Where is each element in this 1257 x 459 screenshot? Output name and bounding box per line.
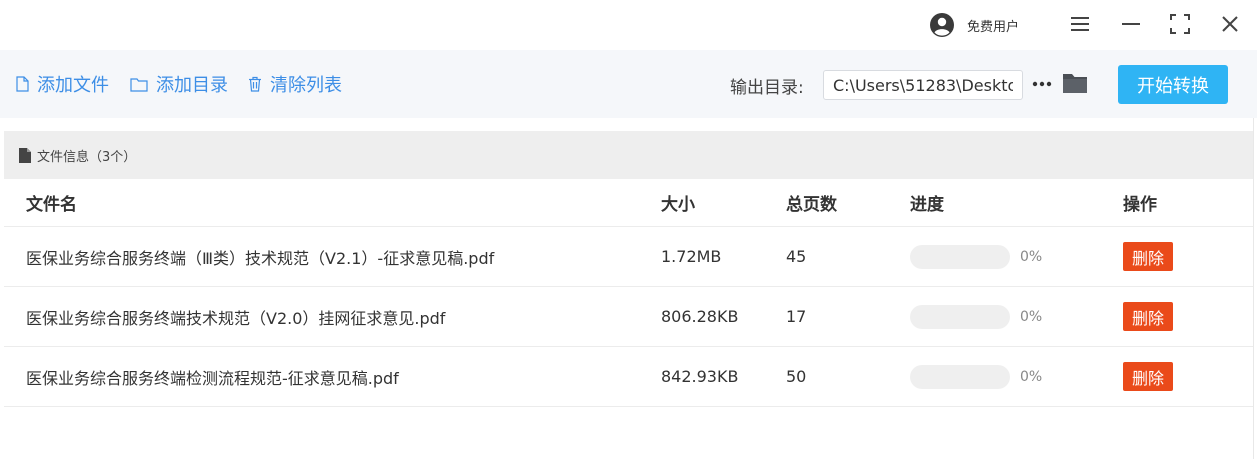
file-table: 文件名 大小 总页数 进度 操作 医保业务综合服务终端（Ⅲ类）技术规范（V2.1… — [4, 179, 1253, 407]
file-name: 医保业务综合服务终端技术规范（V2.0）挂网征求意见.pdf — [26, 308, 446, 328]
table-row[interactable]: 医保业务综合服务终端（Ⅲ类）技术规范（V2.1）-征求意见稿.pdf 1.72M… — [4, 227, 1253, 287]
maximize-icon — [1170, 14, 1190, 34]
action-cell: 删除 — [1123, 227, 1174, 286]
add-file-button[interactable]: 添加文件 — [16, 72, 109, 96]
output-dir-input[interactable] — [823, 70, 1023, 100]
add-file-label: 添加文件 — [37, 75, 109, 96]
file-pages: 45 — [786, 247, 807, 266]
progress-bar — [910, 304, 1010, 329]
minimize-icon — [1122, 23, 1140, 25]
add-folder-label: 添加目录 — [156, 75, 228, 96]
folder-outline-icon — [130, 77, 148, 92]
add-folder-button[interactable]: 添加目录 — [130, 72, 228, 96]
file-icon — [16, 76, 29, 92]
progress-bar — [910, 364, 1010, 389]
maximize-button[interactable] — [1169, 13, 1191, 35]
file-pages: 50 — [786, 367, 807, 386]
progress-text: 0% — [1020, 368, 1043, 385]
document-icon — [19, 147, 31, 163]
file-name: 医保业务综合服务终端检测流程规范-征求意见稿.pdf — [26, 368, 399, 388]
header-size: 大小 — [661, 195, 695, 215]
header-pages: 总页数 — [786, 195, 837, 215]
table-header-row: 文件名 大小 总页数 进度 操作 — [4, 179, 1253, 227]
open-folder-icon[interactable] — [1061, 69, 1089, 97]
close-button[interactable] — [1219, 13, 1241, 35]
progress-text: 0% — [1020, 248, 1043, 265]
clear-list-label: 清除列表 — [270, 75, 342, 96]
header-progress: 进度 — [910, 195, 944, 215]
browse-more-button[interactable] — [1030, 72, 1054, 96]
right-border — [1253, 118, 1254, 459]
file-size: 1.72MB — [661, 247, 722, 266]
title-bar: 免费用户 — [0, 0, 1257, 50]
start-convert-button[interactable]: 开始转换 — [1118, 65, 1228, 104]
toolbar: 添加文件 添加目录 清除列表 输出目录: 开始转换 — [0, 50, 1257, 118]
more-dots-icon — [1032, 81, 1052, 87]
progress-cell: 0% — [910, 287, 1042, 346]
delete-button[interactable]: 删除 — [1123, 242, 1174, 271]
file-info-title: 文件信息（3个） — [37, 149, 137, 165]
file-name: 医保业务综合服务终端（Ⅲ类）技术规范（V2.1）-征求意见稿.pdf — [26, 248, 495, 268]
action-cell: 删除 — [1123, 347, 1174, 406]
progress-cell: 0% — [910, 347, 1042, 406]
delete-button[interactable]: 删除 — [1123, 302, 1174, 331]
user-name: 免费用户 — [967, 19, 1020, 35]
header-name: 文件名 — [26, 195, 77, 215]
delete-button[interactable]: 删除 — [1123, 362, 1174, 391]
minimize-button[interactable] — [1120, 13, 1142, 35]
output-dir-label: 输出目录: — [730, 78, 804, 98]
table-row[interactable]: 医保业务综合服务终端技术规范（V2.0）挂网征求意见.pdf 806.28KB … — [4, 287, 1253, 347]
progress-bar — [910, 244, 1010, 269]
table-row[interactable]: 医保业务综合服务终端检测流程规范-征求意见稿.pdf 842.93KB 50 0… — [4, 347, 1253, 407]
progress-text: 0% — [1020, 308, 1043, 325]
file-pages: 17 — [786, 307, 807, 326]
header-action: 操作 — [1123, 195, 1157, 215]
user-account[interactable]: 免费用户 — [929, 12, 1019, 38]
close-icon — [1222, 16, 1238, 32]
action-cell: 删除 — [1123, 287, 1174, 346]
user-avatar-icon — [930, 13, 954, 37]
menu-button[interactable] — [1069, 13, 1091, 35]
trash-icon — [249, 76, 261, 92]
progress-cell: 0% — [910, 227, 1042, 286]
file-info-header: 文件信息（3个） — [4, 131, 1253, 179]
file-size: 806.28KB — [661, 307, 739, 326]
file-size: 842.93KB — [661, 367, 739, 386]
menu-icon — [1071, 17, 1089, 31]
clear-list-button[interactable]: 清除列表 — [248, 72, 342, 96]
